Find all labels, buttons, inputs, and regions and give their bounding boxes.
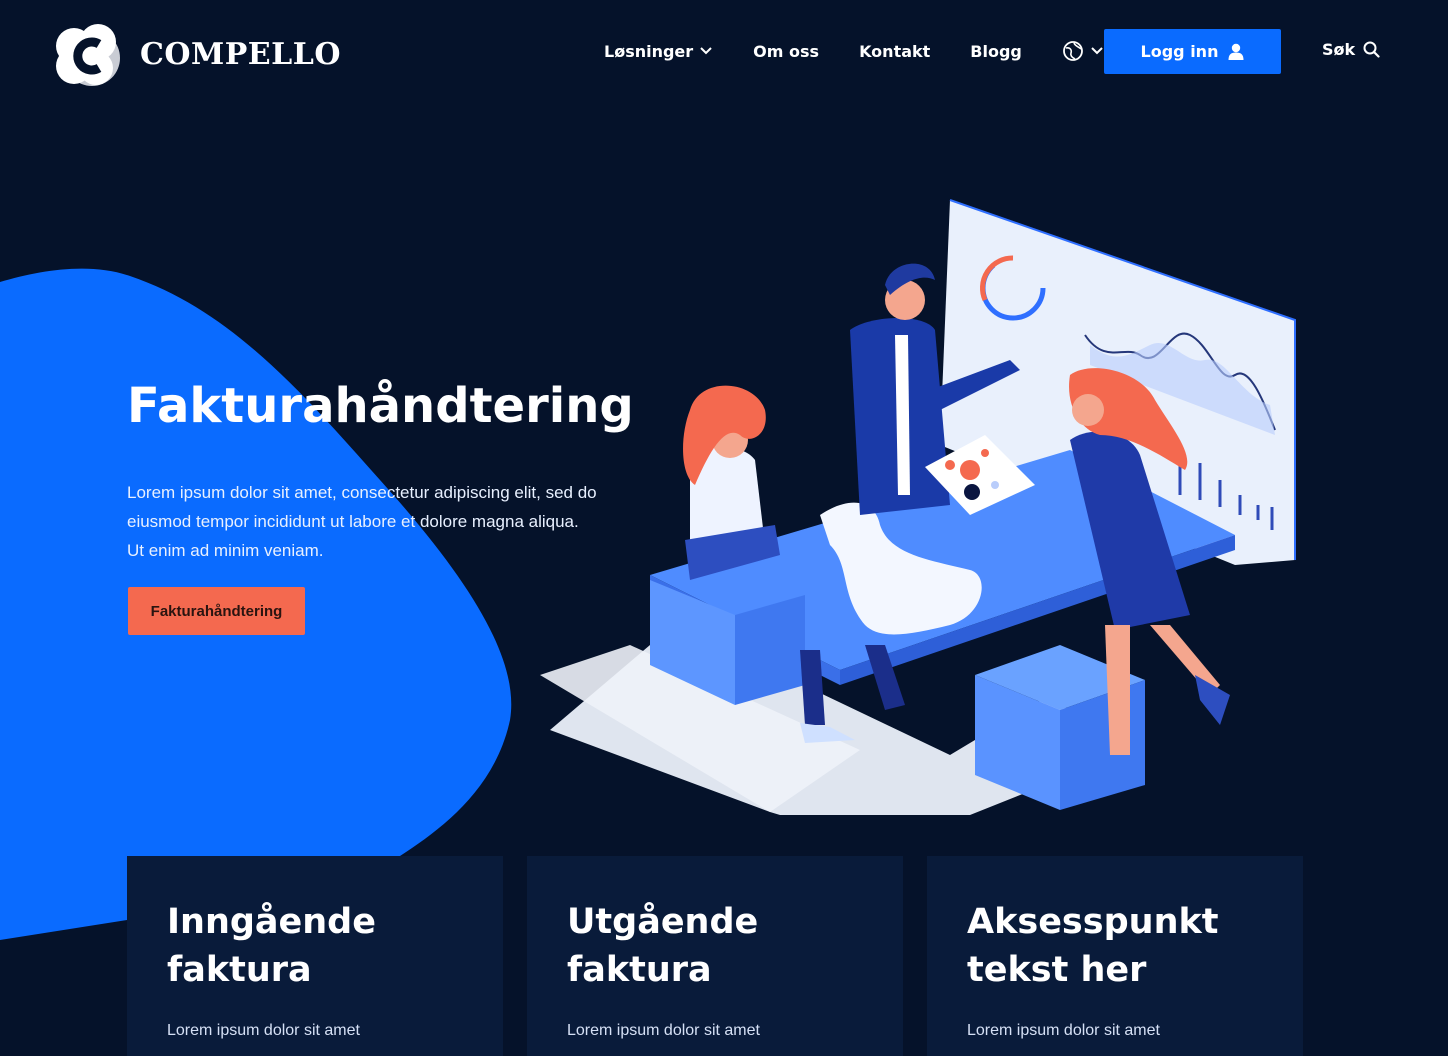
language-selector[interactable] (1062, 40, 1104, 62)
brand-logo[interactable]: COMPELLO (52, 20, 341, 88)
compello-logo-icon (56, 24, 120, 86)
search-label: Søk (1322, 40, 1356, 59)
nav-item-label: Kontakt (859, 41, 931, 61)
login-button[interactable]: Logg inn (1104, 29, 1281, 74)
nav-item-label: Løsninger (604, 41, 694, 61)
nav-item-om-oss[interactable]: Om oss (753, 42, 819, 61)
card-title: Aksesspunkt tekst her (967, 902, 1219, 990)
card-text: Lorem ipsum dolor sit amet (167, 1022, 360, 1039)
card-aksesspunkt[interactable]: Aksesspunkt tekst her Lorem ipsum dolor … (927, 856, 1303, 1056)
nav-item-losninger[interactable]: Løsninger (604, 42, 713, 61)
office-team-illustration (540, 199, 1296, 815)
chevron-down-icon (700, 47, 712, 55)
hero-description: Lorem ipsum dolor sit amet, consectetur … (127, 483, 597, 560)
site-header: COMPELLO Løsninger Om oss Kontakt Blogg (0, 0, 1448, 104)
card-text: Lorem ipsum dolor sit amet (967, 1022, 1160, 1039)
card-title: Inngående faktura (167, 902, 376, 990)
card-inngaende-faktura[interactable]: Inngående faktura Lorem ipsum dolor sit … (127, 856, 503, 1056)
main-nav: Løsninger Om oss Kontakt Blogg (604, 40, 1104, 62)
chevron-down-icon (1091, 47, 1103, 55)
search-icon (1363, 41, 1380, 58)
nav-item-blogg[interactable]: Blogg (970, 42, 1022, 61)
hero-cta-button[interactable]: Fakturahåndtering (128, 587, 305, 635)
card-title: Utgående faktura (567, 902, 759, 990)
nav-item-label: Om oss (753, 41, 820, 61)
hero-title: Fakturahåndtering (127, 378, 634, 434)
brand-name: COMPELLO (140, 36, 341, 72)
login-button-label: Logg inn (1140, 42, 1219, 61)
user-icon (1228, 43, 1244, 60)
card-utgaende-faktura[interactable]: Utgående faktura Lorem ipsum dolor sit a… (527, 856, 903, 1056)
nav-item-label: Blogg (970, 41, 1022, 61)
card-text: Lorem ipsum dolor sit amet (567, 1022, 760, 1039)
globe-icon (1062, 41, 1083, 61)
nav-item-kontakt[interactable]: Kontakt (859, 42, 930, 61)
search-button[interactable]: Søk (1322, 40, 1380, 59)
